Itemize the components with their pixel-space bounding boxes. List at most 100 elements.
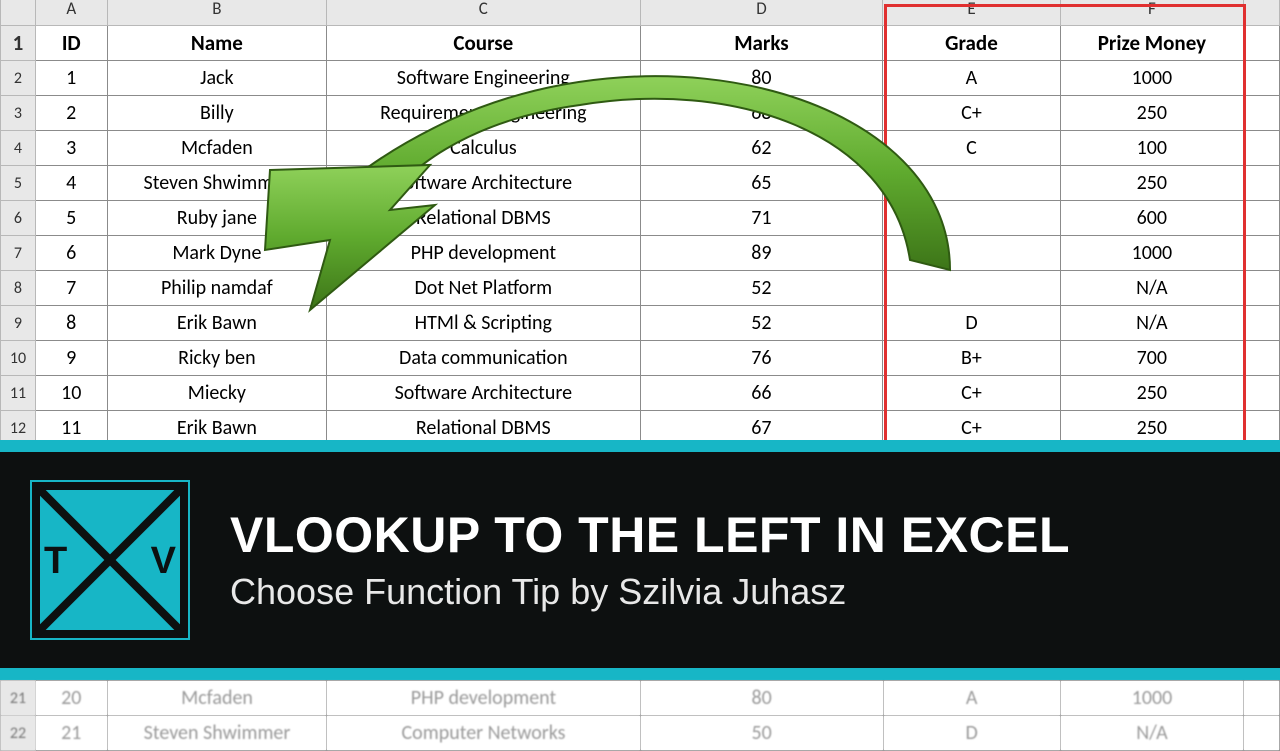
cell[interactable]: 71 xyxy=(640,201,883,236)
row-header[interactable]: 8 xyxy=(1,271,36,306)
cell[interactable]: D xyxy=(883,306,1060,341)
cell[interactable]: 8 xyxy=(35,306,107,341)
cell[interactable] xyxy=(1244,376,1280,411)
cell[interactable]: N/A xyxy=(1060,716,1243,751)
cell[interactable]: C xyxy=(883,131,1060,166)
cell[interactable] xyxy=(883,201,1060,236)
grid-lower[interactable]: 2120McfadenPHP development80A10002221Ste… xyxy=(0,680,1280,751)
cell[interactable]: A xyxy=(883,61,1060,96)
cell[interactable]: 68 xyxy=(640,96,883,131)
cell[interactable] xyxy=(1244,716,1280,751)
table-row[interactable]: 32BillyRequirement Engineering68C+250 xyxy=(1,96,1280,131)
cell[interactable]: C+ xyxy=(883,96,1060,131)
cell[interactable]: 52 xyxy=(640,271,883,306)
table-row[interactable]: 2120McfadenPHP development80A1000 xyxy=(1,681,1280,716)
cell[interactable]: 20 xyxy=(35,681,107,716)
cell[interactable] xyxy=(1244,341,1280,376)
cell[interactable]: Name xyxy=(107,26,327,61)
table-row[interactable]: 109Ricky benData communication76B+700 xyxy=(1,341,1280,376)
table-row[interactable]: 21JackSoftware Engineering80A1000 xyxy=(1,61,1280,96)
table-row[interactable]: 87Philip namdafDot Net Platform52N/A xyxy=(1,271,1280,306)
cell[interactable]: Relational DBMS xyxy=(327,201,640,236)
cell[interactable]: 1 xyxy=(35,61,107,96)
table-row[interactable]: 43McfadenCalculus62C100 xyxy=(1,131,1280,166)
cell[interactable]: Billy xyxy=(107,96,327,131)
cell[interactable]: 5 xyxy=(35,201,107,236)
col-header-f[interactable]: F xyxy=(1060,0,1244,26)
cell[interactable]: A xyxy=(883,681,1060,716)
cell[interactable]: HTMl & Scripting xyxy=(327,306,640,341)
cell[interactable]: ID xyxy=(35,26,107,61)
cell[interactable]: 100 xyxy=(1060,131,1244,166)
cell[interactable]: Data communication xyxy=(327,341,640,376)
cell[interactable]: Marks xyxy=(640,26,883,61)
table-row[interactable]: 1110MieckySoftware Architecture66C+250 xyxy=(1,376,1280,411)
col-header-d[interactable]: D xyxy=(640,0,883,26)
cell[interactable]: 65 xyxy=(640,166,883,201)
column-header-row[interactable]: A B C D E F xyxy=(1,0,1280,26)
cell[interactable]: 1000 xyxy=(1060,236,1244,271)
cell[interactable] xyxy=(1244,201,1280,236)
cell[interactable]: 3 xyxy=(35,131,107,166)
row-header[interactable]: 5 xyxy=(1,166,36,201)
cell[interactable]: Steven Shwimmer xyxy=(107,166,327,201)
cell[interactable]: N/A xyxy=(1060,306,1244,341)
table-row[interactable]: 98Erik BawnHTMl & Scripting52DN/A xyxy=(1,306,1280,341)
cell[interactable]: 1000 xyxy=(1060,681,1243,716)
cell[interactable]: 52 xyxy=(640,306,883,341)
cell[interactable]: 250 xyxy=(1060,376,1244,411)
table-row[interactable]: 76Mark DynePHP development891000 xyxy=(1,236,1280,271)
cell[interactable]: Software Engineering xyxy=(327,61,640,96)
cell[interactable]: Grade xyxy=(883,26,1060,61)
cell[interactable]: Computer Networks xyxy=(327,716,640,751)
cell[interactable] xyxy=(883,236,1060,271)
cell[interactable]: Jack xyxy=(107,61,327,96)
cell[interactable]: 7 xyxy=(35,271,107,306)
cell[interactable]: 4 xyxy=(35,166,107,201)
cell[interactable]: 6 xyxy=(35,236,107,271)
cell[interactable]: 9 xyxy=(35,341,107,376)
cell[interactable]: Mcfaden xyxy=(107,681,327,716)
cell[interactable]: Calculus xyxy=(327,131,640,166)
row-header[interactable]: 4 xyxy=(1,131,36,166)
cell[interactable]: 250 xyxy=(1060,96,1244,131)
cell[interactable] xyxy=(1244,681,1280,716)
cell[interactable] xyxy=(1244,26,1280,61)
cell[interactable]: Erik Bawn xyxy=(107,306,327,341)
cell[interactable]: 2 xyxy=(35,96,107,131)
cell[interactable]: PHP development xyxy=(327,681,640,716)
cell[interactable]: Ruby jane xyxy=(107,201,327,236)
col-header-a[interactable]: A xyxy=(35,0,107,26)
col-header-e[interactable]: E xyxy=(883,0,1060,26)
table-row[interactable]: 1 ID Name Course Marks Grade Prize Money xyxy=(1,26,1280,61)
row-header[interactable]: 9 xyxy=(1,306,36,341)
cell[interactable] xyxy=(1244,131,1280,166)
cell[interactable]: 10 xyxy=(35,376,107,411)
cell[interactable]: Course xyxy=(327,26,640,61)
cell[interactable] xyxy=(1244,306,1280,341)
col-header-c[interactable]: C xyxy=(327,0,640,26)
cell[interactable] xyxy=(1244,166,1280,201)
cell[interactable]: 80 xyxy=(640,681,883,716)
cell[interactable] xyxy=(883,166,1060,201)
row-header[interactable]: 7 xyxy=(1,236,36,271)
cell[interactable]: 1000 xyxy=(1060,61,1244,96)
col-header-b[interactable]: B xyxy=(107,0,327,26)
cell[interactable]: Mcfaden xyxy=(107,131,327,166)
col-header-g[interactable] xyxy=(1244,0,1280,26)
cell[interactable]: C+ xyxy=(883,376,1060,411)
row-header[interactable]: 10 xyxy=(1,341,36,376)
table-row[interactable]: 65Ruby janeRelational DBMS71600 xyxy=(1,201,1280,236)
cell[interactable] xyxy=(1244,96,1280,131)
cell[interactable]: B+ xyxy=(883,341,1060,376)
row-header[interactable]: 3 xyxy=(1,96,36,131)
cell[interactable]: 80 xyxy=(640,61,883,96)
row-header[interactable]: 1 xyxy=(1,26,36,61)
grid[interactable]: A B C D E F 1 ID Name Course Marks Grade… xyxy=(0,0,1280,481)
row-header[interactable]: 21 xyxy=(1,681,36,716)
cell[interactable]: 250 xyxy=(1060,166,1244,201)
cell[interactable]: Dot Net Platform xyxy=(327,271,640,306)
cell[interactable]: 700 xyxy=(1060,341,1244,376)
cell[interactable]: Mark Dyne xyxy=(107,236,327,271)
cell[interactable]: 89 xyxy=(640,236,883,271)
